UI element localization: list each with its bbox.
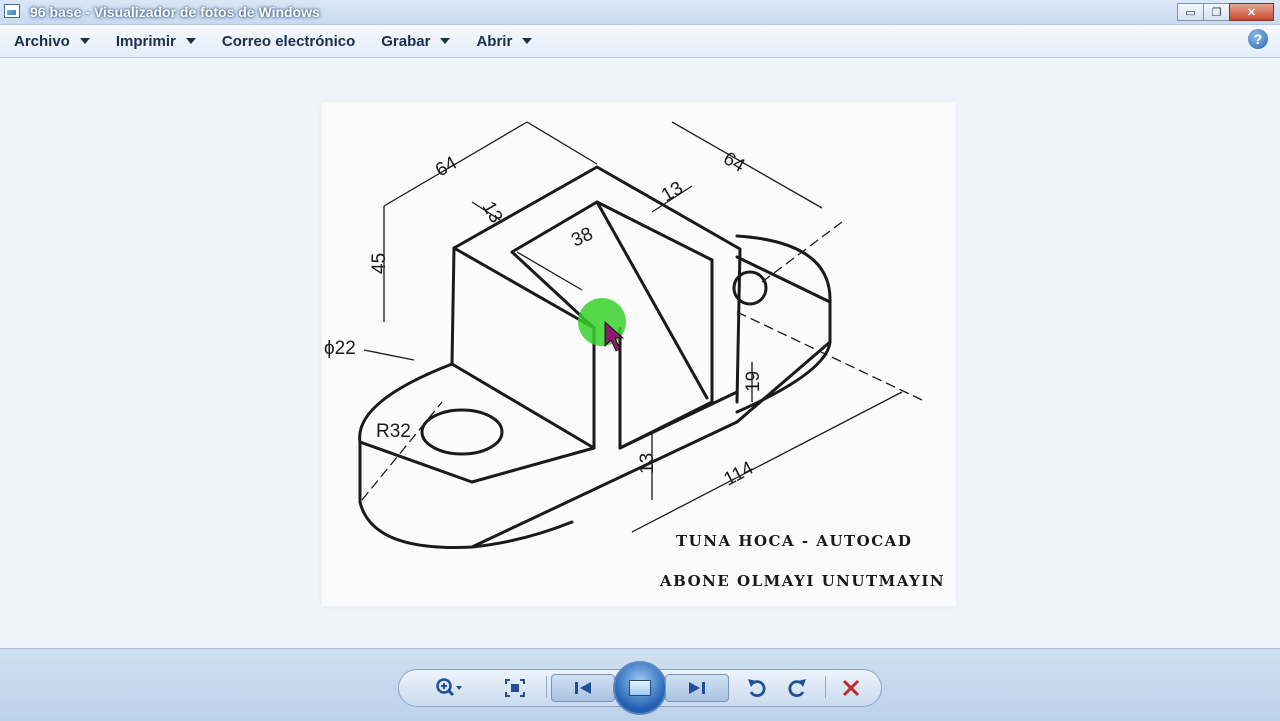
menu-archivo[interactable]: Archivo [0, 25, 102, 57]
chevron-down-icon [440, 38, 451, 44]
rotate-clockwise-icon [788, 679, 806, 697]
dim-label: 64 [432, 152, 461, 181]
image-credit-line2: ABONE OLMAYI UNUTMAYIN [660, 572, 946, 590]
dim-label: 38 [568, 224, 596, 252]
title-bar: 96 base - Visualizador de fotos de Windo… [0, 0, 1280, 25]
cursor-highlight [578, 298, 626, 346]
menu-grabar[interactable]: Grabar [367, 25, 462, 57]
restore-button[interactable]: ❐ [1203, 3, 1230, 21]
window-title: 96 base - Visualizador de fotos de Windo… [30, 4, 320, 20]
displayed-photo: 64 64 13 13 38 45 ϕ22 R32 13 19 114 TUNA… [322, 102, 956, 606]
rotate-left-button[interactable] [742, 674, 772, 702]
next-button[interactable] [665, 674, 729, 702]
dim-label: 114 [720, 457, 757, 490]
menu-correo-label: Correo electrónico [221, 32, 356, 50]
toolbar-separator [546, 676, 547, 698]
chevron-down-icon [79, 38, 90, 44]
menu-abrir[interactable]: Abrir [462, 25, 544, 57]
technical-drawing: 64 64 13 13 38 45 ϕ22 R32 13 19 114 [324, 121, 923, 549]
fit-window-button[interactable] [500, 674, 530, 702]
menu-archivo-label: Archivo [14, 32, 70, 50]
dim-label: 13 [658, 178, 687, 207]
previous-icon [575, 682, 591, 694]
chevron-down-icon [185, 38, 196, 44]
chevron-down-icon [522, 38, 533, 44]
image-viewer-area: 64 64 13 13 38 45 ϕ22 R32 13 19 114 TUNA… [0, 58, 1280, 648]
delete-button[interactable] [836, 674, 866, 702]
menu-correo[interactable]: Correo electrónico [208, 25, 367, 57]
dim-label: 13 [478, 198, 507, 227]
photo-viewer-app-icon [4, 4, 20, 18]
dim-label: R32 [376, 421, 411, 442]
help-icon[interactable]: ? [1248, 29, 1268, 49]
zoom-button[interactable] [428, 674, 470, 702]
menu-bar: Archivo Imprimir Correo electrónico Grab… [0, 25, 1280, 58]
rotate-right-button[interactable] [782, 674, 812, 702]
window-controls: ▭ ❐ ✕ [1177, 3, 1274, 21]
next-icon [689, 682, 705, 694]
menu-imprimir-label: Imprimir [115, 32, 176, 50]
slideshow-icon [629, 680, 651, 696]
dim-label: ϕ22 [324, 338, 356, 359]
minimize-button[interactable]: ▭ [1177, 3, 1204, 21]
image-credit-line1: TUNA HOCA - AUTOCAD [676, 532, 913, 550]
dim-label: 19 [743, 371, 764, 392]
menu-abrir-label: Abrir [476, 32, 513, 50]
slideshow-button[interactable] [613, 661, 667, 715]
delete-icon [842, 679, 860, 697]
dim-label: 13 [637, 453, 658, 474]
menu-imprimir[interactable]: Imprimir [102, 25, 208, 57]
zoom-icon [436, 678, 462, 697]
menu-grabar-label: Grabar [381, 32, 431, 50]
close-button[interactable]: ✕ [1229, 3, 1274, 21]
rotate-counterclockwise-icon [748, 679, 766, 697]
previous-button[interactable] [551, 674, 615, 702]
dim-label: 45 [369, 253, 390, 274]
toolbar-separator [825, 676, 826, 698]
fit-window-icon [505, 679, 525, 697]
